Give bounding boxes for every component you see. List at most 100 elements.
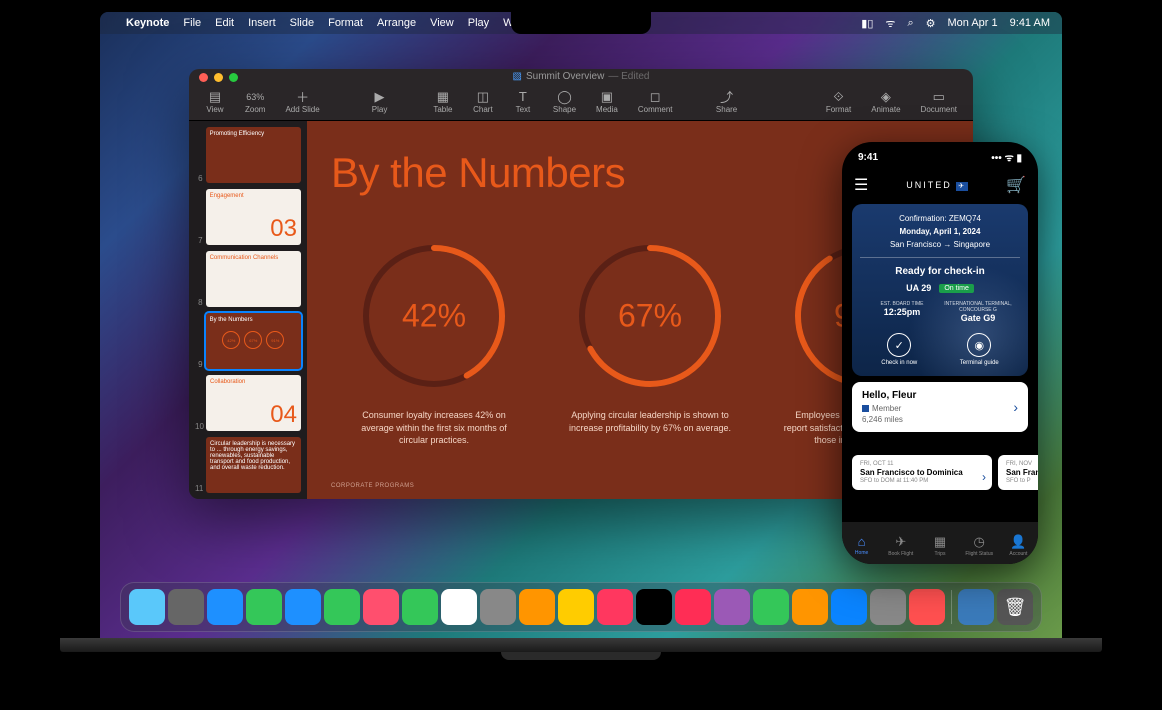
flight-number: UA 29 (906, 283, 931, 293)
share-button[interactable]: ⤴Share (708, 90, 745, 114)
slide-thumbnail[interactable]: By the Numbers42%67%91% (206, 313, 301, 369)
slide-thumbnail[interactable]: Circular leadership is necessary to ... … (206, 437, 301, 493)
zoom-control[interactable]: 63%Zoom (237, 90, 273, 114)
animate-button[interactable]: ◈Animate (863, 90, 908, 114)
menubar-date[interactable]: Mon Apr 1 (948, 17, 998, 29)
dock-iphone-mirroring[interactable] (909, 589, 945, 625)
table-button[interactable]: ▦Table (425, 90, 461, 114)
checkmark-icon: ✓ (887, 333, 911, 357)
menu-play[interactable]: Play (468, 17, 489, 29)
iphone-mirroring-window[interactable]: 9:41 ••• ᯤ ▮ ☰ UNITED ✈ 🛒 Confirmation: … (842, 142, 1038, 564)
add-slide-button[interactable]: ＋Add Slide (277, 90, 327, 114)
document-icon: ▧ (513, 71, 522, 82)
tab-trips[interactable]: ▦Trips (920, 534, 959, 557)
dock-downloads[interactable] (958, 589, 994, 625)
dock-system-settings[interactable] (870, 589, 906, 625)
close-button[interactable] (199, 73, 208, 82)
slide-footer: CORPORATE PROGRAMS (331, 483, 414, 489)
flight-route: San Francisco → Singapore (860, 240, 1020, 258)
text-button[interactable]: TText (505, 90, 541, 114)
section-heading: Pick up where you left off (852, 440, 1028, 451)
dock-photos[interactable] (363, 589, 399, 625)
trip-card[interactable]: FRI, OCT 11San Francisco to DominicaSFO … (852, 455, 992, 490)
member-tier: Member (862, 404, 1018, 413)
minimize-button[interactable] (214, 73, 223, 82)
united-logo: UNITED ✈ (906, 180, 968, 190)
window-titlebar[interactable]: ▧ Summit Overview — Edited (189, 69, 973, 83)
wifi-icon[interactable]: ᯤ (885, 16, 895, 31)
format-button[interactable]: ⟐Format (818, 90, 859, 114)
dock-app-store[interactable] (831, 589, 867, 625)
iphone-indicators: ••• ᯤ ▮ (991, 150, 1022, 164)
dock-pages[interactable] (792, 589, 828, 625)
slide-thumbnail[interactable]: Engagement03 (206, 189, 301, 245)
dock-facetime[interactable] (402, 589, 438, 625)
confirmation-number: Confirmation: ZEMQ74 (860, 214, 1020, 223)
slide-thumbnail[interactable]: Collaboration04 (206, 375, 301, 431)
iphone-time: 9:41 (858, 152, 878, 163)
dock-finder[interactable] (129, 589, 165, 625)
menu-insert[interactable]: Insert (248, 17, 276, 29)
document-button[interactable]: ▭Document (913, 90, 965, 114)
document-title: Summit Overview (526, 71, 604, 82)
play-button[interactable]: ▶Play (362, 90, 398, 114)
menu-arrange[interactable]: Arrange (377, 17, 416, 29)
slide-thumbnail[interactable]: Promoting Efficiency (206, 127, 301, 183)
dock-music[interactable] (675, 589, 711, 625)
view-button[interactable]: ▤View (197, 90, 233, 114)
dock-maps[interactable] (324, 589, 360, 625)
dock-contacts[interactable] (480, 589, 516, 625)
menu-edit[interactable]: Edit (215, 17, 234, 29)
trip-card[interactable]: FRI, NOVSan FranSFO to P› (998, 455, 1038, 490)
stat-donut[interactable]: 67%Applying circular leadership is shown… (567, 241, 733, 447)
reservation-card[interactable]: Confirmation: ZEMQ74 Monday, April 1, 20… (852, 204, 1028, 376)
member-card[interactable]: Hello, Fleur Member 6,246 miles › (852, 382, 1028, 432)
shape-button[interactable]: ◯Shape (545, 90, 584, 114)
checkin-button[interactable]: ✓ Check in now (881, 333, 917, 366)
iphone-status-bar: 9:41 ••• ᯤ ▮ (842, 142, 1038, 172)
search-icon[interactable]: ⌕ (907, 17, 913, 30)
document-status: — Edited (608, 71, 649, 82)
hamburger-icon[interactable]: ☰ (854, 175, 868, 195)
dock-notes[interactable] (558, 589, 594, 625)
app-menu[interactable]: Keynote (126, 17, 169, 29)
dock-mail[interactable] (285, 589, 321, 625)
tab-book-flight[interactable]: ✈Book Flight (881, 534, 920, 557)
comment-button[interactable]: ◻Comment (630, 90, 681, 114)
control-center-icon[interactable]: ⚙ (926, 17, 936, 30)
chart-button[interactable]: ◫Chart (465, 90, 501, 114)
terminal-guide-button[interactable]: ◉ Terminal guide (960, 333, 999, 366)
dock-safari[interactable] (207, 589, 243, 625)
slide-navigator[interactable]: 6Promoting Efficiency7Engagement038Commu… (189, 121, 307, 499)
dock-podcasts[interactable] (714, 589, 750, 625)
slide-thumbnail[interactable]: Communication Channels (206, 251, 301, 307)
location-icon: ◉ (967, 333, 991, 357)
dock-freeform[interactable] (597, 589, 633, 625)
menu-view[interactable]: View (430, 17, 454, 29)
stat-donut[interactable]: 42%Consumer loyalty increases 42% on ave… (351, 241, 517, 447)
toolbar: ▤View 63%Zoom ＋Add Slide ▶Play ▦Table ◫C… (189, 83, 973, 121)
battery-icon[interactable]: ▮▯ (861, 17, 873, 30)
checkin-status: Ready for check-in (860, 266, 1020, 277)
chevron-right-icon: › (1013, 399, 1018, 415)
dock-messages[interactable] (246, 589, 282, 625)
dock-trash[interactable]: 🗑 (997, 589, 1033, 625)
tab-flight-status[interactable]: ◷Flight Status (960, 534, 999, 557)
dock-calendar[interactable] (441, 589, 477, 625)
stat-caption: Applying circular leadership is shown to… (567, 409, 733, 434)
dock-reminders[interactable] (519, 589, 555, 625)
fullscreen-button[interactable] (229, 73, 238, 82)
flight-date: Monday, April 1, 2024 (860, 227, 1020, 236)
menu-slide[interactable]: Slide (290, 17, 314, 29)
dock-tv[interactable] (636, 589, 672, 625)
menubar-time[interactable]: 9:41 AM (1010, 17, 1050, 29)
cart-icon[interactable]: 🛒 (1006, 175, 1026, 195)
menu-format[interactable]: Format (328, 17, 363, 29)
dock-launchpad[interactable] (168, 589, 204, 625)
dock-numbers[interactable] (753, 589, 789, 625)
tab-home[interactable]: ⌂Home (842, 534, 881, 556)
tab-account[interactable]: 👤Account (999, 534, 1038, 557)
menu-file[interactable]: File (183, 17, 201, 29)
macos-dock: 🗑 (120, 582, 1042, 632)
media-button[interactable]: ▣Media (588, 90, 626, 114)
